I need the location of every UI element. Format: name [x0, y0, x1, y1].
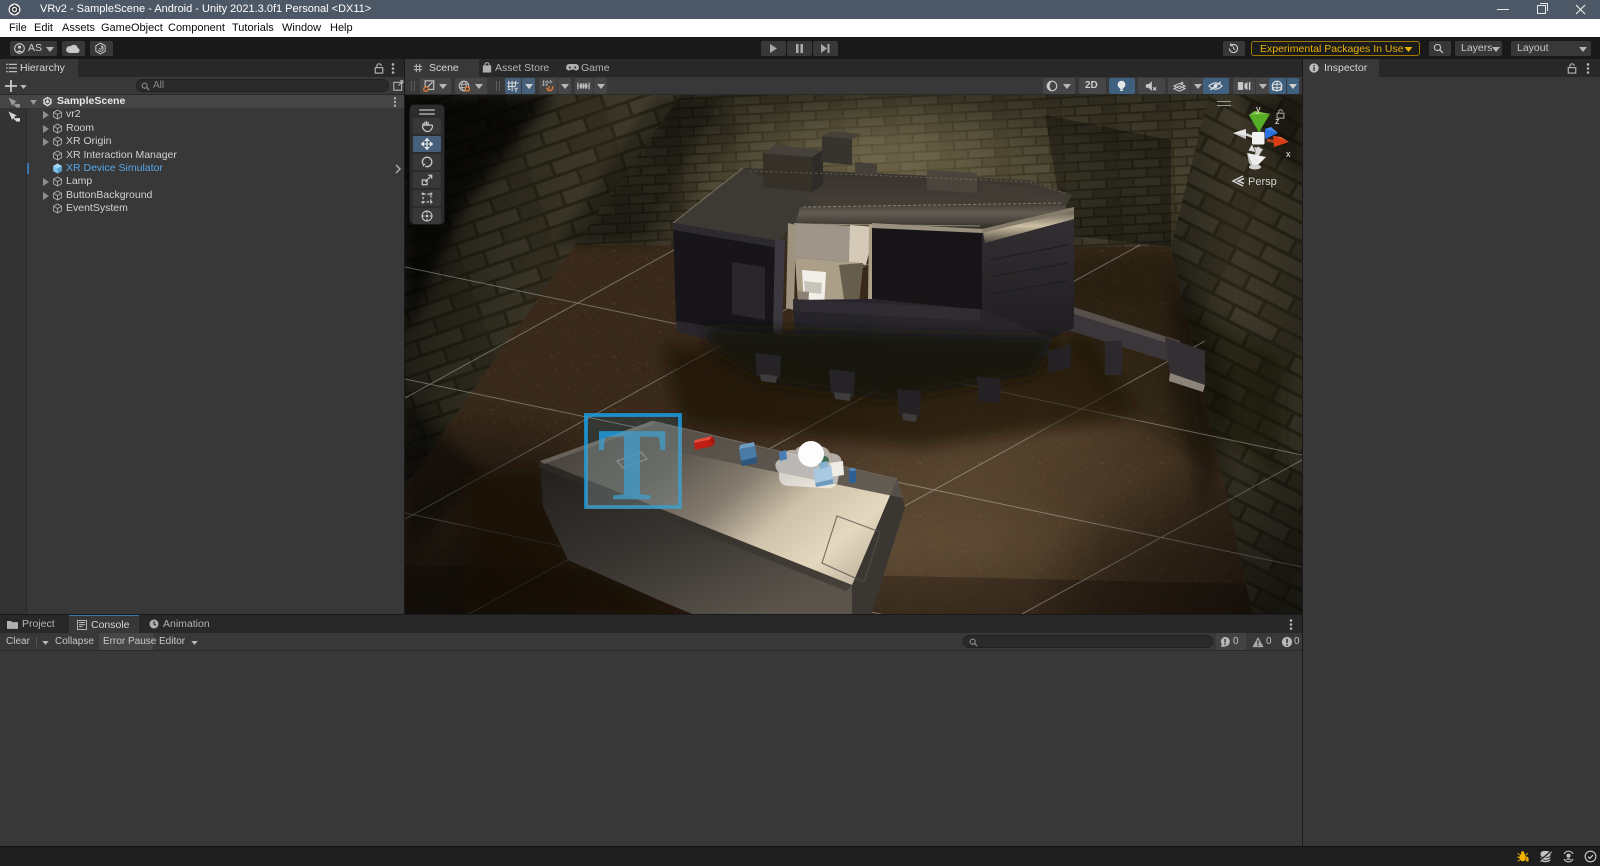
svg-text:z: z [1275, 116, 1280, 126]
svg-text:y: y [1256, 105, 1261, 114]
svg-text:x: x [1286, 149, 1291, 159]
svg-text:Persp: Persp [1248, 176, 1277, 188]
